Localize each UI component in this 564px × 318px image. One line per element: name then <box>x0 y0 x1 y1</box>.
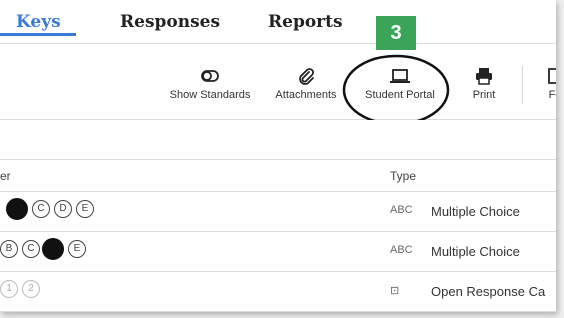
answer-bubble[interactable]: E <box>68 240 86 258</box>
answer-bubble[interactable]: C <box>32 200 50 218</box>
type-column-header: Type <box>390 169 417 183</box>
printer-icon <box>464 66 504 86</box>
answer-bubble-selected[interactable] <box>42 238 64 260</box>
active-tab-indicator <box>0 33 76 36</box>
answer-bubble[interactable]: 2 <box>22 280 40 298</box>
print-button[interactable]: Print <box>464 66 504 101</box>
table-row[interactable]: 1 2 ⊡ Open Response Ca <box>0 272 556 312</box>
tab-keys[interactable]: Keys <box>16 12 61 32</box>
toolbar-divider <box>522 66 523 104</box>
highlight-circle <box>342 54 450 126</box>
answer-column-header: er <box>0 169 11 183</box>
attachments-label: Attachments <box>275 89 337 101</box>
answer-bubble[interactable]: 1 <box>0 280 18 298</box>
multiple-choice-icon: ABC <box>390 204 413 216</box>
answer-bubble[interactable]: C <box>22 240 40 258</box>
folder-icon <box>540 66 556 86</box>
show-standards-button[interactable]: Show Standards <box>160 66 260 101</box>
attachments-button[interactable]: Attachments <box>268 66 344 101</box>
question-type: Open Response Ca <box>431 284 546 299</box>
table-row[interactable]: C D E ABC Multiple Choice <box>0 192 556 232</box>
table-header: er Type <box>0 160 556 192</box>
answer-bubble[interactable]: E <box>76 200 94 218</box>
toolbar: Show Standards Attachments Student Porta… <box>0 44 556 120</box>
paperclip-icon <box>268 66 344 86</box>
question-type: Multiple Choice <box>431 204 520 219</box>
filter-row <box>0 120 556 160</box>
step-badge: 3 <box>376 16 416 50</box>
app-frame: Keys Responses Reports Show Standards At… <box>0 0 556 312</box>
answer-bubble[interactable]: B <box>0 240 18 258</box>
tab-bar: Keys Responses Reports <box>0 0 556 44</box>
tab-responses[interactable]: Responses <box>120 12 220 32</box>
table-row[interactable]: B C E ABC Multiple Choice <box>0 232 556 272</box>
question-type: Multiple Choice <box>431 244 520 259</box>
answer-bubble-selected[interactable] <box>6 198 28 220</box>
answer-bubble[interactable]: D <box>54 200 72 218</box>
folder-button[interactable]: Fo <box>540 66 556 101</box>
multiple-choice-icon: ABC <box>390 244 413 256</box>
folder-label: Fo <box>548 89 556 101</box>
tab-reports[interactable]: Reports <box>268 12 343 32</box>
open-response-icon: ⊡ <box>390 285 400 297</box>
toggle-icon <box>160 66 260 86</box>
show-standards-label: Show Standards <box>169 89 251 101</box>
print-label: Print <box>472 89 496 101</box>
